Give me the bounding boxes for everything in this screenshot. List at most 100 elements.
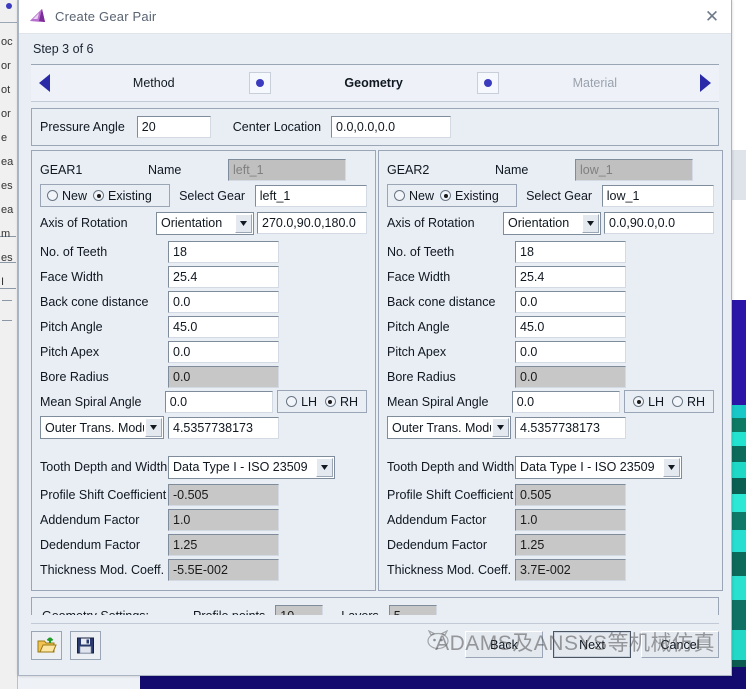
wizard-step-material[interactable]: Material (573, 76, 617, 90)
gear2-tooth-param-label-1: Addendum Factor (387, 512, 487, 527)
right-triangle-icon (699, 74, 711, 92)
pressure-angle-input[interactable]: 20 (136, 116, 211, 138)
wizard-dot-2[interactable] (476, 72, 499, 94)
gear1-mode-new[interactable]: New (47, 189, 87, 203)
gear2-mode-radiogroup: New Existing (387, 184, 518, 207)
gear1-mode-existing[interactable]: Existing (93, 189, 152, 203)
gear1-axis-mode-select[interactable]: Orientation (156, 211, 254, 235)
gear1-param-input-3[interactable]: 45.0 (168, 315, 279, 338)
gear2-title: GEAR2 (387, 162, 430, 177)
left-triangle-icon (39, 74, 50, 92)
gear2-hand-lh[interactable]: LH (633, 395, 664, 409)
wizard-dot-1[interactable] (248, 72, 271, 94)
gear1-tooth-param-label-0: Profile Shift Coefficient (40, 487, 167, 502)
bg-text-fragment: m (1, 228, 11, 240)
gear1-param-label-1: Face Width (40, 269, 104, 284)
gear2-select-gear-input[interactable]: low_1 (601, 184, 714, 207)
gear2-tooth-depth-label: Tooth Depth and Width (387, 460, 515, 474)
dialog-titlebar: Create Gear Pair ✕ (19, 0, 731, 34)
save-floppy-icon[interactable] (70, 631, 101, 660)
gear1-tooth-param-label-1: Addendum Factor (40, 512, 140, 527)
gear2-tooth-depth-select[interactable]: Data Type I - ISO 23509 (515, 455, 682, 479)
gear1-param-input-0[interactable]: 18 (168, 240, 279, 263)
gear2-param-input-4[interactable]: 0.0 (515, 340, 626, 363)
wizard-prev-button[interactable] (31, 69, 59, 97)
gear2-param-input-1[interactable]: 25.4 (515, 265, 626, 288)
gear1-mode-existing-label: Existing (108, 188, 152, 203)
gear1-param-input-1[interactable]: 25.4 (168, 265, 279, 288)
radio-icon (671, 396, 683, 407)
cancel-button[interactable]: Cancel (641, 631, 719, 658)
profile-points-input[interactable]: 10 (275, 605, 324, 615)
gear1-module-mode-select[interactable]: Outer Trans. Module (40, 416, 164, 439)
radio-selected-icon (324, 396, 336, 407)
dot-icon (483, 79, 492, 87)
next-button[interactable]: Next (553, 631, 631, 658)
gear1-param-label-2: Back cone distance (40, 294, 149, 309)
dialog-footer: Back Next Cancel ADAMS及ANSYS等机械仿真 (31, 623, 719, 675)
chevron-down-icon (145, 418, 162, 437)
gear2-param-input-2[interactable]: 0.0 (515, 290, 626, 313)
gear1-tooth-depth-select[interactable]: Data Type I - ISO 23509 (168, 455, 335, 479)
radio-icon (394, 190, 405, 201)
gear1-name-input: left_1 (228, 158, 346, 181)
pressure-angle-label: Pressure Angle (40, 120, 125, 134)
bg-text-fragment: ea (1, 156, 14, 168)
gear2-hand-rh[interactable]: RH (671, 394, 706, 409)
gear1-module-value-input[interactable]: 4.5357738173 (168, 416, 279, 439)
gear1-tooth-param-label-3: Thickness Mod. Coeff. (40, 562, 165, 577)
gear1-select-gear-input[interactable]: left_1 (254, 184, 367, 207)
wizard-step-geometry[interactable]: Geometry (344, 76, 402, 90)
gear2-mode-existing[interactable]: Existing (440, 189, 499, 203)
gear2-tooth-depth-value: Data Type I - ISO 23509 (520, 460, 655, 474)
gear2-param-label-5: Bore Radius (387, 369, 456, 384)
gear-panels-row: GEAR1 Name left_1 New Existing Select Ge… (31, 150, 723, 591)
profile-points-label: Profile points (193, 609, 265, 615)
radio-icon (47, 190, 58, 201)
gear2-axis-value-input[interactable]: 0.0,90.0,0.0 (604, 212, 714, 234)
gear1-hand-lh[interactable]: LH (286, 395, 317, 409)
bg-text-fragment: es (1, 180, 13, 192)
gear2-module-value-input[interactable]: 4.5357738173 (515, 416, 626, 439)
gear2-hand-rh-label: RH (686, 394, 706, 409)
open-folder-icon[interactable] (31, 631, 62, 660)
gear2-hand-radiogroup: LH RH (624, 390, 714, 413)
gear1-param-label-4: Pitch Apex (40, 344, 100, 359)
gear2-param-input-3[interactable]: 45.0 (515, 315, 626, 338)
chevron-down-icon (492, 418, 509, 437)
bg-text-fragment: ot (1, 84, 11, 96)
back-button[interactable]: Back (465, 631, 543, 658)
step-indicator-text: Step 3 of 6 (19, 34, 731, 64)
radio-selected-icon (93, 190, 105, 201)
gear1-param-input-4[interactable]: 0.0 (168, 340, 279, 363)
wizard-next-button[interactable] (691, 69, 719, 97)
gear1-hand-lh-label: LH (301, 394, 318, 409)
wizard-step-method[interactable]: Method (133, 76, 175, 90)
gear1-param-input-2[interactable]: 0.0 (168, 290, 279, 313)
gear1-hand-rh-label: RH (339, 394, 359, 409)
gear2-axis-mode-select[interactable]: Orientation (503, 211, 601, 235)
gear2-param-input-5: 0.0 (515, 365, 626, 388)
gear2-param-input-0[interactable]: 18 (515, 240, 626, 263)
wizard-navigation-bar: Method Geometry Material (31, 64, 719, 102)
gear2-mode-new[interactable]: New (394, 189, 434, 203)
gear1-param-label-5: Bore Radius (40, 369, 109, 384)
bg-text-fragment: es (1, 252, 13, 264)
gear2-axis-label: Axis of Rotation (387, 216, 475, 230)
gear1-hand-rh[interactable]: RH (324, 394, 359, 409)
dialog-title: Create Gear Pair (55, 9, 157, 24)
gear2-param-input-6[interactable]: 0.0 (511, 390, 621, 413)
gear2-mode-existing-label: Existing (455, 188, 499, 203)
gear2-name-label: Name (495, 162, 529, 177)
gear2-module-mode-select[interactable]: Outer Trans. Module (387, 416, 511, 439)
close-icon[interactable]: ✕ (697, 3, 727, 31)
gear1-param-input-6[interactable]: 0.0 (164, 390, 274, 413)
center-location-input[interactable]: 0.0,0.0,0.0 (331, 116, 452, 138)
gear1-axis-value-input[interactable]: 270.0,90.0,180.0 (257, 212, 367, 234)
gear2-module-mode-value: Outer Trans. Module (392, 420, 491, 435)
bg-text-fragment: or (1, 108, 11, 120)
chevron-down-icon (316, 457, 333, 477)
gear1-param-input-5: 0.0 (168, 365, 279, 388)
gear2-tooth-param-label-2: Dedendum Factor (387, 537, 488, 552)
layers-input[interactable]: 5 (388, 605, 437, 615)
